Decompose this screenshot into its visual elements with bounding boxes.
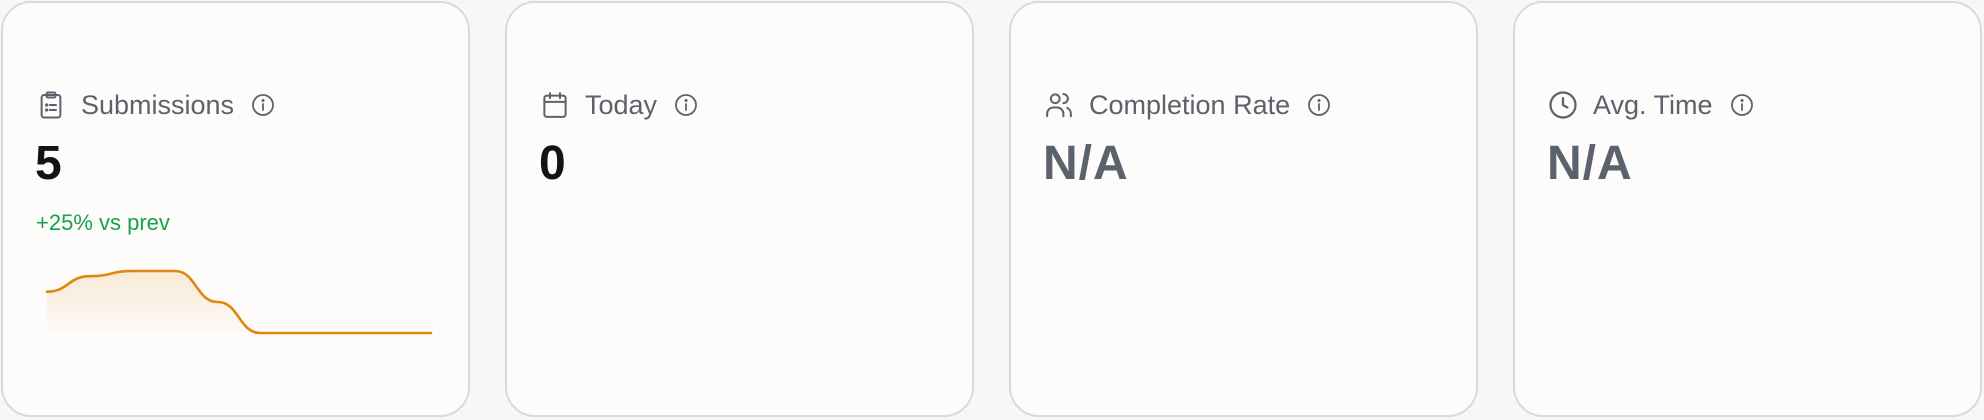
calendar-icon	[540, 90, 570, 120]
info-icon[interactable]	[1307, 93, 1331, 117]
completion-rate-value: N/A	[1043, 137, 1129, 190]
users-icon	[1044, 90, 1074, 120]
submissions-sparkline	[45, 269, 433, 335]
stats-cards-row: Submissions 5 +25% vs prev Today 0 Compl…	[0, 0, 1984, 420]
submissions-delta: +25% vs prev	[36, 210, 170, 235]
submissions-card: Submissions 5 +25% vs prev	[1, 1, 470, 417]
completion-rate-card-title: Completion Rate	[1089, 90, 1291, 120]
today-card: Today 0	[505, 1, 974, 417]
clock-icon	[1548, 90, 1578, 120]
today-card-header: Today	[540, 88, 698, 122]
completion-rate-card-header: Completion Rate	[1044, 88, 1331, 122]
info-icon[interactable]	[251, 93, 275, 117]
sparkline-area	[47, 271, 431, 333]
avg-time-card-header: Avg. Time	[1548, 88, 1754, 122]
today-card-title: Today	[585, 90, 658, 120]
submissions-value: 5	[35, 137, 63, 190]
avg-time-card-title: Avg. Time	[1593, 90, 1713, 120]
info-icon[interactable]	[1730, 93, 1754, 117]
info-icon[interactable]	[674, 93, 698, 117]
avg-time-card: Avg. Time N/A	[1513, 1, 1982, 417]
today-value: 0	[539, 137, 567, 190]
submissions-card-header: Submissions	[36, 88, 275, 122]
avg-time-value: N/A	[1547, 137, 1633, 190]
completion-rate-card: Completion Rate N/A	[1009, 1, 1478, 417]
clipboard-icon	[36, 90, 66, 120]
submissions-card-title: Submissions	[81, 90, 235, 120]
